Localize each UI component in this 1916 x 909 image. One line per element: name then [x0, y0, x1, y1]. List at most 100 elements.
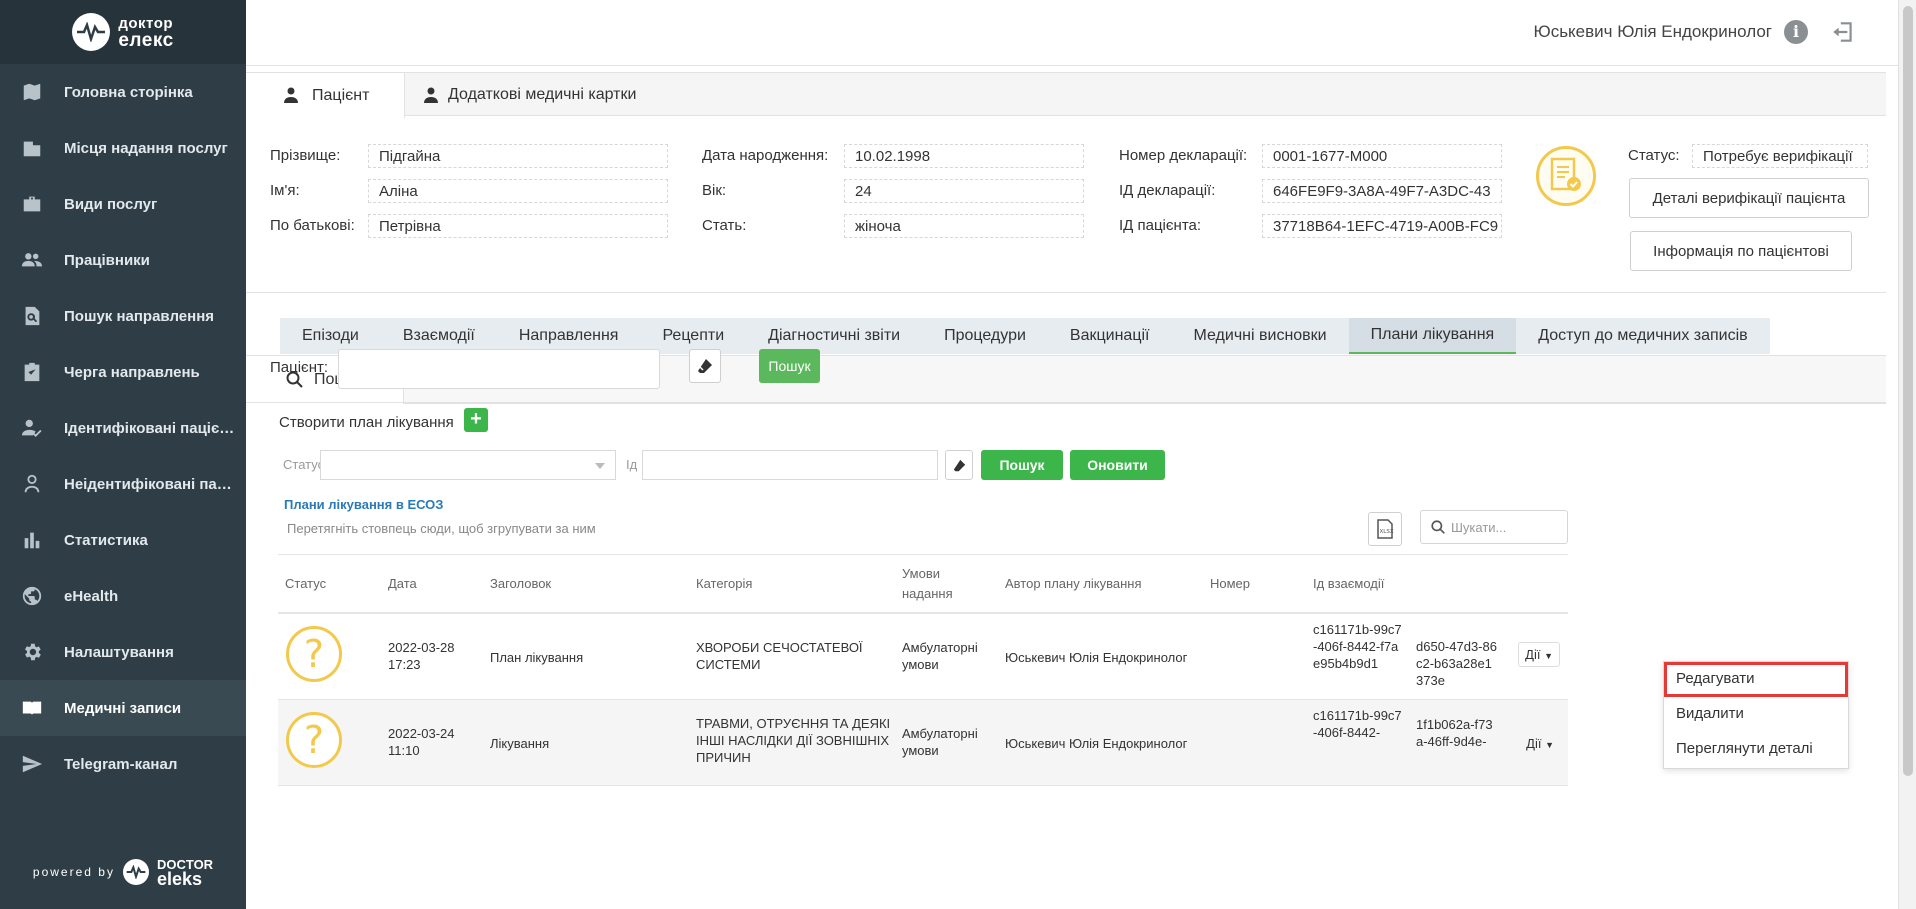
column-header-number[interactable]: Номер [1210, 555, 1250, 613]
dob-value: 10.02.1998 [844, 144, 1084, 168]
caret-down-icon: ▼ [1545, 740, 1554, 750]
briefcase-icon [20, 192, 44, 216]
column-header-category[interactable]: Категорія [696, 555, 752, 613]
eraser-icon [953, 459, 965, 471]
brand-text: DOCTOR eleks [157, 857, 213, 888]
tab-additional-cards[interactable]: Додаткові медичні картки [406, 73, 650, 117]
tab-patient[interactable]: Пацієнт [246, 73, 405, 118]
patient-search-button[interactable]: Пошук [759, 349, 820, 383]
sidebar-item-unidentified-patients[interactable]: Неідентифіковані пацієнти [0, 456, 246, 512]
sidebar-item-statistics[interactable]: Статистика [0, 512, 246, 568]
divider [246, 402, 1886, 403]
menu-item-delete[interactable]: Видалити [1664, 697, 1848, 732]
scrollbar-thumb[interactable] [1903, 6, 1913, 776]
declaration-number-label: Номер декларації: [1119, 147, 1248, 164]
top-bar: Юськевич Юлія Ендокринолог i [246, 0, 1898, 66]
sidebar-item-ehealth[interactable]: eHealth [0, 568, 246, 624]
cell-category: ТРАВМИ, ОТРУЄННЯ ТА ДЕЯКІ ІНШІ НАСЛІДКИ … [696, 716, 891, 765]
tab-procedures[interactable]: Процедури [922, 318, 1048, 354]
gear-icon [20, 640, 44, 664]
declaration-number-value: 0001-1677-M000 [1262, 144, 1502, 168]
name-label: Ім'я: [270, 182, 300, 199]
sidebar-item-referral-queue[interactable]: Черга направлень [0, 344, 246, 400]
plans-search-button[interactable]: Пошук [981, 450, 1063, 480]
question-status-icon: ? [286, 712, 342, 768]
sidebar-item-label: Види послуг [64, 195, 158, 213]
tab-record-access[interactable]: Доступ до медичних записів [1516, 318, 1769, 354]
column-header-author[interactable]: Автор плану лікування [1005, 555, 1142, 613]
patient-search-input[interactable] [338, 349, 660, 389]
tab-treatment-plans[interactable]: Плани лікування [1348, 318, 1517, 354]
sidebar-item-referral-search[interactable]: Пошук направлення [0, 288, 246, 344]
menu-item-edit[interactable]: Редагувати [1664, 662, 1848, 697]
main-content: Пацієнт Додаткові медичні картки Прізвищ… [246, 66, 1898, 909]
column-header-interaction-id[interactable]: Ід взаємодії [1313, 555, 1384, 613]
file-search-icon [20, 304, 44, 328]
group-by-hint: Перетягніть стовпець сюди, щоб згрупуват… [287, 521, 596, 536]
cell-interaction-id: c161171b-99c7-406f-8442- [1313, 708, 1402, 740]
id-filter-label: Ід [626, 457, 638, 472]
sidebar-item-label: Налаштування [64, 643, 174, 661]
chevron-down-icon [595, 463, 605, 469]
status-label: Статус: [1628, 147, 1680, 164]
surname-value: Підгайна [368, 144, 668, 168]
name-value: Аліна [368, 179, 668, 203]
patient-id-label: ІД пацієнта: [1119, 217, 1202, 234]
grid-search-box[interactable]: Шукати... [1420, 510, 1568, 544]
tab-vaccinations[interactable]: Вакцинації [1048, 318, 1172, 354]
info-icon[interactable]: i [1784, 20, 1808, 44]
verification-details-button[interactable]: Деталі верифікації пацієнта [1629, 178, 1869, 218]
export-xlsx-button[interactable]: XLSX [1368, 512, 1402, 546]
declaration-id-value: 646FE9F9-3A8A-49F7-A3DC-43 [1262, 179, 1502, 203]
logout-icon[interactable] [1830, 19, 1856, 45]
row-actions-dropdown: Редагувати Видалити Переглянути деталі [1663, 661, 1849, 769]
patronymic-value: Петрівна [368, 214, 668, 238]
sidebar-item-identified-patients[interactable]: Ідентифіковані пацієнти [0, 400, 246, 456]
sidebar-item-label: Черга направлень [64, 363, 200, 381]
sidebar-item-employees[interactable]: Працівники [0, 232, 246, 288]
surname-label: Прізвище: [270, 147, 341, 164]
declaration-id-label: ІД декларації: [1119, 182, 1216, 199]
add-plan-button[interactable]: + [464, 408, 488, 432]
column-header-date[interactable]: Дата [388, 555, 417, 613]
age-label: Вік: [702, 182, 727, 199]
sidebar-item-medical-records[interactable]: Медичні записи [0, 680, 246, 736]
row-actions-label: Дії [1525, 647, 1541, 662]
page-scrollbar[interactable] [1898, 0, 1916, 909]
refresh-button[interactable]: Оновити [1070, 450, 1165, 480]
clear-filter-button[interactable] [945, 450, 973, 480]
sidebar-item-settings[interactable]: Налаштування [0, 624, 246, 680]
logo-line2: елекс [118, 30, 174, 51]
id-filter-input[interactable] [642, 450, 938, 480]
tab-patient-label: Пацієнт [312, 86, 370, 104]
grid-title[interactable]: Плани лікування в ЕСОЗ [284, 497, 443, 512]
row-actions-button[interactable]: Дії ▼ [1518, 642, 1560, 667]
table-row[interactable]: ? 2022-03-24 11:10 Лікування ТРАВМИ, ОТР… [278, 700, 1568, 786]
row-actions-button[interactable]: Дії ▼ [1520, 732, 1560, 755]
column-header-conditions[interactable]: Умови надання [902, 555, 982, 613]
column-header-title[interactable]: Заголовок [490, 555, 551, 613]
user-icon [20, 472, 44, 496]
sidebar-item-label: Працівники [64, 251, 150, 269]
globe-icon [20, 584, 44, 608]
tab-medical-conclusions[interactable]: Медичні висновки [1172, 318, 1349, 354]
map-icon [20, 80, 44, 104]
clear-patient-button[interactable] [689, 349, 721, 383]
sidebar-item-label: Статистика [64, 531, 148, 549]
cell-title: Лікування [490, 736, 550, 751]
sidebar-item-service-places[interactable]: Місця надання послуг [0, 120, 246, 176]
current-user[interactable]: Юськевич Юлія Ендокринолог [1534, 22, 1772, 42]
sidebar-item-label: eHealth [64, 587, 119, 605]
app-logo[interactable]: доктор елекс [0, 0, 246, 64]
sidebar-item-telegram[interactable]: Telegram-канал [0, 736, 246, 792]
table-row[interactable]: ? 2022-03-28 17:23 План лікування ХВОРОБ… [278, 614, 1568, 700]
patient-info-button[interactable]: Інформація по пацієнтові [1630, 231, 1852, 271]
tab-additional-cards-label: Додаткові медичні картки [448, 86, 637, 103]
eraser-icon [698, 359, 712, 373]
sidebar-item-service-types[interactable]: Види послуг [0, 176, 246, 232]
sidebar-item-home[interactable]: Головна сторінка [0, 64, 246, 120]
menu-item-view-details[interactable]: Переглянути деталі [1664, 732, 1848, 767]
column-header-status[interactable]: Статус [285, 555, 326, 613]
user-check-icon [20, 416, 44, 440]
status-filter-select[interactable] [320, 450, 616, 480]
